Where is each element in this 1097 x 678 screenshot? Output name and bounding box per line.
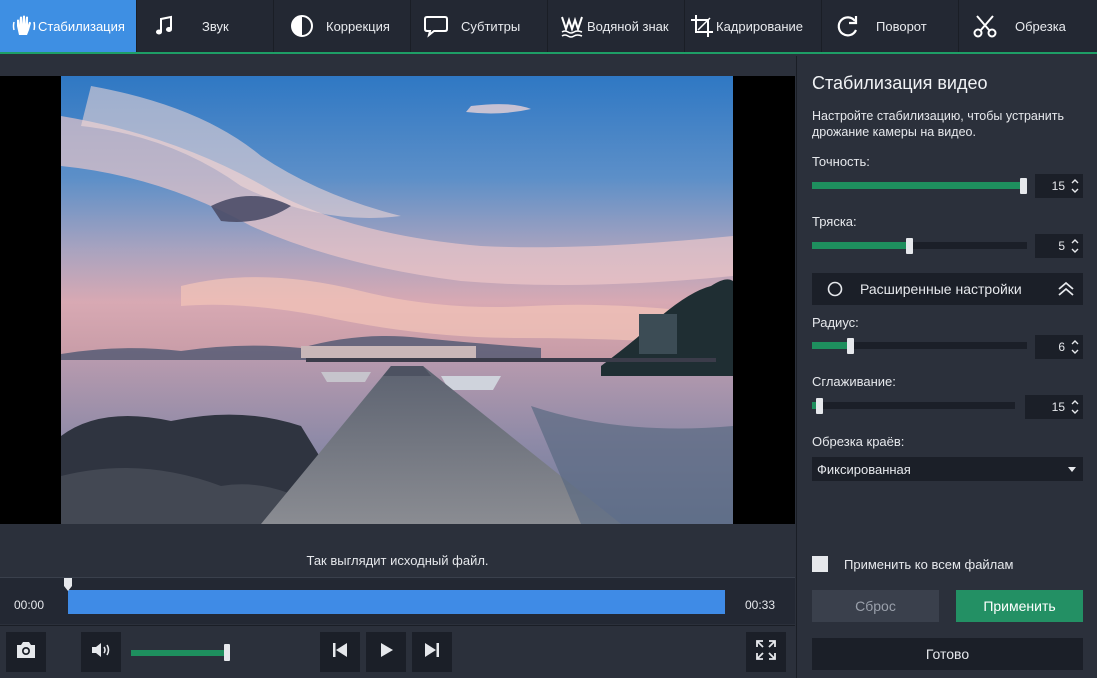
spin-arrows-icon[interactable]: [1070, 398, 1080, 416]
advanced-settings-label: Расширенные настройки: [860, 281, 1022, 297]
volume-button[interactable]: [81, 632, 121, 672]
tab-audio[interactable]: Звук: [137, 0, 274, 52]
shake-value: 5: [1058, 239, 1065, 253]
radius-slider-handle[interactable]: [847, 338, 854, 354]
volume-slider-handle[interactable]: [224, 644, 230, 661]
stabilization-panel: Стабилизация видео Настройте стабилизаци…: [796, 56, 1097, 678]
smoothing-value: 15: [1051, 400, 1065, 414]
skip-previous-icon: [331, 641, 349, 664]
fullscreen-button[interactable]: [746, 632, 786, 672]
dropdown-arrow-icon: [1067, 465, 1077, 473]
tab-label: Субтитры: [461, 18, 521, 34]
app-window: Стабилизация Звук Коррекция Субтитры Вод…: [0, 0, 1097, 678]
tab-watermark[interactable]: Водяной знак: [548, 0, 685, 52]
accuracy-value: 15: [1051, 179, 1065, 193]
video-preview[interactable]: [0, 76, 795, 524]
shake-slider[interactable]: [812, 238, 1027, 254]
collapse-chevron-icon[interactable]: [1057, 280, 1075, 298]
tab-label: Коррекция: [326, 18, 390, 34]
tab-rotate[interactable]: Поворот: [822, 0, 959, 52]
accuracy-label: Точность:: [812, 154, 870, 169]
total-duration: 00:33: [745, 598, 776, 612]
panel-title: Стабилизация видео: [812, 73, 988, 93]
edge-crop-selected: Фиксированная: [817, 461, 911, 477]
snapshot-button[interactable]: [6, 632, 46, 672]
current-time: 00:00: [14, 598, 45, 612]
speaker-icon: [90, 640, 112, 665]
playback-controls: [0, 625, 795, 678]
radius-label: Радиус:: [812, 315, 859, 330]
panel-description: Настройте стабилизацию, чтобы устранить …: [812, 109, 1064, 139]
accuracy-spinbox[interactable]: 15: [1035, 174, 1083, 198]
play-icon: [377, 641, 395, 664]
spin-arrows-icon[interactable]: [1070, 237, 1080, 255]
shake-spinbox[interactable]: 5: [1035, 234, 1083, 258]
half-circle-contrast-icon: [288, 12, 316, 40]
tab-stabilization[interactable]: Стабилизация: [0, 0, 137, 52]
tab-label: Стабилизация: [38, 18, 125, 34]
timeline-track[interactable]: [68, 590, 725, 614]
accuracy-slider[interactable]: [812, 178, 1027, 194]
radius-spinbox[interactable]: 6: [1035, 335, 1083, 359]
radius-slider[interactable]: [812, 338, 1027, 354]
tab-trim[interactable]: Обрезка: [959, 0, 1097, 52]
tab-label: Обрезка: [1015, 18, 1066, 34]
radius-slider-fill: [812, 342, 851, 349]
video-frame: [61, 76, 733, 524]
spin-arrows-icon[interactable]: [1070, 338, 1080, 356]
edge-crop-label: Обрезка краёв:: [812, 434, 905, 449]
accuracy-slider-handle[interactable]: [1020, 178, 1027, 194]
smoothing-spinbox[interactable]: 15: [1025, 395, 1083, 419]
next-button[interactable]: [412, 632, 452, 672]
tab-crop[interactable]: Кадрирование: [685, 0, 822, 52]
preview-caption: Так выглядит исходный файл.: [306, 553, 489, 568]
reset-button[interactable]: Сброс: [812, 590, 939, 622]
rotate-icon: [834, 12, 862, 40]
tab-label: Поворот: [876, 18, 927, 34]
camera-icon: [15, 640, 37, 665]
accuracy-slider-fill: [812, 182, 1024, 189]
playhead-handle[interactable]: [63, 578, 73, 592]
tab-label: Кадрирование: [716, 18, 804, 34]
music-note-icon: [150, 12, 178, 40]
smoothing-slider[interactable]: [812, 398, 1015, 414]
spin-arrows-icon[interactable]: [1070, 177, 1080, 195]
speech-bubble-icon: [422, 12, 450, 40]
scissors-icon: [971, 12, 999, 40]
editing-toolbar: Стабилизация Звук Коррекция Субтитры Вод…: [0, 0, 1097, 54]
tab-label: Звук: [202, 18, 229, 34]
done-button[interactable]: Готово: [812, 638, 1083, 670]
crop-icon: [688, 12, 716, 40]
apply-all-label: Применить ко всем файлам: [844, 557, 1014, 572]
hand-stabilize-icon: [10, 12, 38, 40]
watermark-icon: [558, 12, 586, 40]
radio-circle-icon: [827, 281, 843, 297]
smoothing-label: Сглаживание:: [812, 374, 896, 389]
fullscreen-icon: [755, 639, 777, 666]
advanced-settings-toggle[interactable]: Расширенные настройки: [812, 273, 1083, 305]
tab-label: Водяной знак: [587, 18, 669, 34]
play-button[interactable]: [366, 632, 406, 672]
radius-value: 6: [1058, 340, 1065, 354]
smoothing-slider-handle[interactable]: [816, 398, 823, 414]
shake-slider-handle[interactable]: [906, 238, 913, 254]
shake-label: Тряска:: [812, 214, 857, 229]
apply-all-checkbox[interactable]: [812, 556, 828, 572]
previous-button[interactable]: [320, 632, 360, 672]
volume-slider[interactable]: [131, 650, 229, 656]
tab-subtitles[interactable]: Субтитры: [411, 0, 548, 52]
edge-crop-dropdown[interactable]: Фиксированная: [812, 457, 1083, 481]
tab-correction[interactable]: Коррекция: [274, 0, 411, 52]
timeline[interactable]: 00:00 00:33: [0, 577, 795, 624]
shake-slider-fill: [812, 242, 910, 249]
skip-next-icon: [423, 641, 441, 664]
apply-button[interactable]: Применить: [956, 590, 1083, 622]
